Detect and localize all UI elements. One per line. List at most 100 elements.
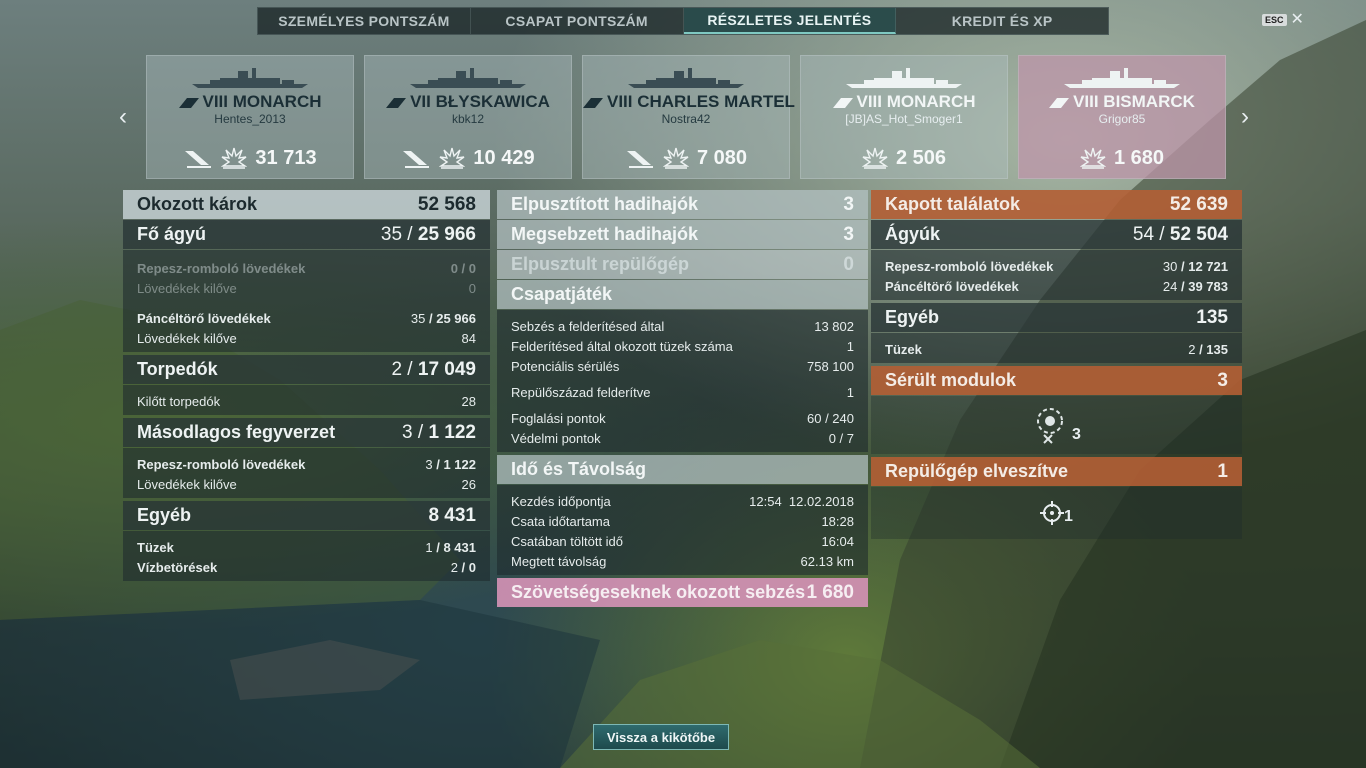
damage-icon	[439, 147, 466, 169]
damage-received-panel: Kapott találatok 52 639 Ágyúk 54 / 52 50…	[871, 190, 1242, 542]
ship-name: VIII CHARLES MARTEL	[583, 92, 795, 112]
damage-dealt-panel: Okozott károk 52 568 Fő ágyú 35 / 25 966…	[123, 190, 490, 584]
capture-points-row: Foglalási pontok 60 / 240	[511, 408, 854, 428]
row-total: 0	[468, 559, 476, 575]
ship-sunk-icon	[626, 151, 653, 168]
row-label: Repülőszázad felderítve	[511, 384, 651, 400]
received-value: 52 639	[1169, 193, 1228, 215]
ship-silhouette-icon	[192, 68, 308, 88]
plane-count: 1	[1064, 508, 1073, 525]
time-distance-label: Idő és Távolság	[511, 459, 647, 479]
row-label: Foglalási pontok	[511, 410, 606, 426]
ship-card[interactable]: VIII MONARCH Hentes_2013 31 713	[146, 55, 354, 179]
ship-silhouette-icon	[1064, 68, 1180, 88]
ship-name: VIII MONARCH	[801, 92, 1007, 112]
tab-credits-xp[interactable]: KREDIT ÉS XP	[896, 8, 1108, 34]
modules-header: Sérült modulok 3	[871, 366, 1242, 395]
damage-icon	[861, 147, 888, 169]
battle-duration-row: Csata időtartama 18:28	[511, 511, 854, 531]
received-he-row: Repesz-romboló lövedékek 30 / 12 721	[885, 258, 1228, 274]
received-other-label: Egyéb	[885, 307, 940, 327]
ship-name-text: VII BŁYSKAWICA	[410, 92, 550, 111]
torpedoes-hits: 2	[391, 358, 403, 380]
ship-card[interactable]: VII BŁYSKAWICA kbk12 10 429	[364, 55, 572, 179]
row-value: 1	[846, 338, 854, 354]
tab-team-score[interactable]: CSAPAT PONTSZÁM	[471, 8, 684, 34]
destroyer-icon	[386, 97, 407, 108]
row-value: 60 / 240	[807, 410, 854, 426]
player-name: Grigor85	[1098, 112, 1146, 126]
row-label: Tüzek	[885, 341, 922, 357]
row-label: Csata időtartama	[511, 513, 610, 529]
received-other-value: 135	[1196, 306, 1228, 328]
received-other-details: Tüzek 2 / 135	[871, 333, 1242, 363]
row-hits: 2	[450, 559, 458, 575]
planes-destroyed-header: Elpusztult repülőgép 0	[497, 250, 868, 279]
guns-label: Ágyúk	[885, 224, 941, 244]
row-label: Repesz-romboló lövedékek	[137, 260, 306, 276]
planes-lost-label: Repülőgép elveszítve	[885, 461, 1069, 481]
secondary-details: Repesz-romboló lövedékek 3 / 1 122 Löved…	[123, 448, 490, 498]
ship-name: VIII BISMARCK	[1019, 92, 1225, 112]
crosshair-icon	[1040, 501, 1065, 525]
row-total: 1 122	[443, 456, 476, 472]
secondary-label: Másodlagos fegyverzet	[137, 422, 336, 442]
torpedoes-fired-row: Kilőtt torpedók 28	[137, 391, 476, 411]
row-label: Repesz-romboló lövedékek	[885, 258, 1054, 274]
row-total: 8 431	[443, 539, 476, 555]
guns-hits: 54	[1132, 223, 1155, 245]
next-arrow-icon[interactable]: ›	[1237, 105, 1253, 129]
damage-value: 7 080	[696, 146, 748, 169]
damage-value: 31 713	[255, 146, 317, 169]
other-damage-details: Tüzek 1 / 8 431 Vízbetörések 2 / 0	[123, 531, 490, 581]
planes-lost-box: 1	[871, 487, 1242, 539]
ship-stats: 31 713	[147, 146, 353, 170]
potential-damage-row: Potenciális sérülés 758 100	[511, 356, 854, 376]
main-battery-total: 25 966	[417, 223, 476, 245]
time-details: Kezdés időpontja 12:54 12.02.2018 Csata i…	[497, 485, 868, 575]
tab-personal-score[interactable]: SZEMÉLYES PONTSZÁM	[258, 8, 471, 34]
combat-panel: Elpusztított hadihajók 3 Megsebzett hadi…	[497, 190, 868, 608]
back-to-port-button[interactable]: Vissza a kikötőbe	[593, 724, 729, 750]
ship-name: VIII MONARCH	[147, 92, 353, 112]
destroyed-value: 3	[843, 193, 854, 215]
he-shells-row: Repesz-romboló lövedékek 0 / 0	[137, 260, 476, 276]
guns-total: 52 504	[1169, 223, 1228, 245]
planes-lost-value: 1	[1217, 460, 1228, 482]
ap-fired-row: Lövedékek kilőve 84	[137, 328, 476, 348]
ship-silhouette-icon	[628, 68, 744, 88]
prev-arrow-icon[interactable]: ‹	[115, 105, 131, 129]
ship-card[interactable]: VIII MONARCH [JB]AS_Hot_Smoger1 2 506	[800, 55, 1008, 179]
row-value: 1	[846, 384, 854, 400]
tab-detailed-report[interactable]: RÉSZLETES JELENTÉS	[683, 8, 897, 34]
destroyed-label: Elpusztított hadihajók	[511, 194, 698, 214]
planes-destroyed-value: 0	[843, 253, 854, 275]
damaged-label: Megsebzett hadihajók	[511, 224, 699, 244]
ship-stats: 1 680	[1019, 146, 1225, 170]
teamplay-label: Csapatjáték	[511, 284, 613, 304]
row-label: Lövedékek kilőve	[137, 280, 237, 296]
row-value: 758 100	[807, 358, 854, 374]
secondary-fired-row: Lövedékek kilőve 26	[137, 474, 476, 494]
row-total: 12 721	[1188, 258, 1228, 274]
row-label: Megtett távolság	[511, 553, 607, 569]
module-count: 3	[1072, 426, 1081, 443]
row-label: Vízbetörések	[137, 559, 218, 575]
row-hits: 3	[425, 456, 433, 472]
guns-header: Ágyúk 54 / 52 504	[871, 220, 1242, 249]
ship-name-text: VIII MONARCH	[856, 92, 976, 111]
ship-card[interactable]: VIII CHARLES MARTEL Nostra42 7 080	[582, 55, 795, 179]
row-value: 84	[461, 330, 476, 346]
ship-name-text: VIII BISMARCK	[1073, 92, 1195, 111]
row-value: 12:54 12.02.2018	[749, 493, 854, 509]
battleship-icon	[1049, 97, 1070, 108]
cruiser-icon	[583, 97, 603, 108]
ally-damage-label: Szövetségeseknek okozott sebzés	[511, 582, 806, 602]
damage-value: 10 429	[473, 146, 535, 169]
ship-card[interactable]: VIII BISMARCK Grigor85 1 680	[1018, 55, 1226, 179]
torpedo-details: Kilőtt torpedók 28	[123, 385, 490, 415]
modules-label: Sérült modulok	[885, 370, 1017, 390]
ship-name-text: VIII MONARCH	[202, 92, 322, 111]
close-button[interactable]: ESC ✕	[1262, 12, 1304, 28]
damaged-modules-box: 3	[871, 396, 1242, 454]
